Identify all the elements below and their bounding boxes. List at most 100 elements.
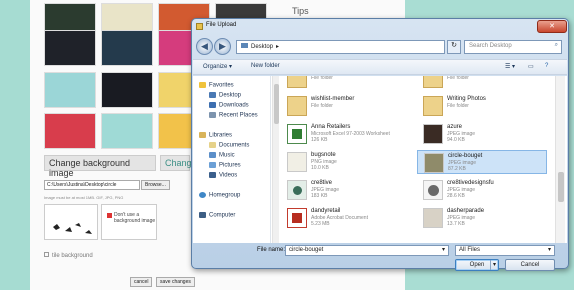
dialog-toolbar: Organize ▾ New folder ☰ ▾ ▭ ? bbox=[193, 59, 567, 75]
computer-icon bbox=[199, 212, 206, 218]
chevron-down-icon[interactable]: ▾ bbox=[442, 246, 445, 253]
radio-icon[interactable] bbox=[107, 213, 112, 218]
folder-icon bbox=[287, 76, 307, 88]
save-changes-button[interactable]: save changes bbox=[156, 277, 195, 287]
chevron-down-icon[interactable]: ▾ bbox=[489, 260, 496, 270]
dont-use-label: Don't use a background image bbox=[114, 212, 156, 224]
filename-input[interactable]: circle-bouget ▾ bbox=[285, 245, 449, 256]
navigation-scrollbar[interactable] bbox=[272, 76, 279, 243]
dialog-footer: File name: circle-bouget ▾ All Files ▾ O… bbox=[193, 243, 567, 271]
nav-favorites[interactable]: Favorites bbox=[199, 82, 234, 89]
address-text: Desktop bbox=[251, 44, 274, 50]
file-type-select[interactable]: All Files ▾ bbox=[455, 245, 555, 256]
cancel-changes-button[interactable]: cancel bbox=[130, 277, 153, 287]
music-icon bbox=[209, 152, 216, 158]
file-item[interactable]: wishlist-member File folder bbox=[281, 94, 411, 118]
change-background-button-2[interactable]: Chang bbox=[160, 155, 192, 171]
file-list: File folder wishlist-member File folder … bbox=[281, 76, 553, 243]
refresh-icon[interactable]: ↻ bbox=[447, 40, 461, 54]
file-item[interactable]: dasherparade JPEG image 13.7 KB bbox=[417, 206, 547, 230]
nav-desktop[interactable]: Desktop bbox=[209, 92, 241, 99]
dont-use-option[interactable]: Don't use a background image bbox=[101, 204, 157, 240]
bg-thumb-11[interactable] bbox=[44, 113, 96, 149]
cancel-button[interactable]: Cancel bbox=[505, 259, 555, 271]
folder-icon bbox=[423, 76, 443, 88]
browse-button[interactable]: Browse... bbox=[141, 180, 170, 190]
help-icon[interactable]: ? bbox=[545, 63, 548, 69]
file-item[interactable]: cre8tivedesignsfu JPEG image 28.6 KB bbox=[417, 178, 547, 202]
file-item[interactable]: Writing Photos File folder bbox=[417, 94, 547, 118]
file-item[interactable]: dandyretail Adobe Acrobat Document 5.23 … bbox=[281, 206, 411, 230]
desktop-icon bbox=[209, 92, 216, 98]
nav-computer[interactable]: Computer bbox=[199, 212, 235, 219]
recent-icon bbox=[209, 112, 216, 118]
dialog-body: Favorites Desktop Downloads Recent Place… bbox=[193, 76, 567, 243]
folder-icon bbox=[423, 96, 443, 116]
forward-icon[interactable]: ▶ bbox=[214, 38, 231, 55]
chevron-down-icon[interactable]: ▾ bbox=[548, 246, 551, 253]
bg-thumb-6[interactable] bbox=[101, 30, 153, 66]
file-item-selected[interactable]: circle-bouget JPEG image 87.2 KB bbox=[417, 150, 547, 174]
document-icon bbox=[209, 142, 216, 148]
new-folder-button[interactable]: New folder bbox=[251, 63, 280, 69]
navigation-pane: Favorites Desktop Downloads Recent Place… bbox=[193, 76, 271, 243]
file-item[interactable]: Anna Retailers Microsoft Excel 97-2003 W… bbox=[281, 122, 411, 146]
excel-icon bbox=[287, 124, 307, 144]
left-margin bbox=[0, 0, 30, 290]
nav-videos[interactable]: Videos bbox=[209, 172, 237, 179]
filename-label: File name: bbox=[257, 247, 286, 253]
background-path-input[interactable]: C:\Users\Justina\Desktop\circle bbox=[44, 180, 140, 190]
nav-libraries[interactable]: Libraries bbox=[199, 132, 232, 139]
tile-background-label: tile background bbox=[52, 253, 93, 259]
file-item[interactable]: cre8tive JPEG image 183 KB bbox=[281, 178, 411, 202]
nav-pictures[interactable]: Pictures bbox=[209, 162, 241, 169]
image-thumbnail-icon bbox=[287, 180, 307, 200]
videos-icon bbox=[209, 172, 216, 178]
selected-background-preview bbox=[44, 204, 98, 240]
nav-recent-places[interactable]: Recent Places bbox=[209, 112, 258, 119]
nav-homegroup[interactable]: Homegroup bbox=[199, 192, 240, 199]
bg-thumb-12[interactable] bbox=[101, 113, 153, 149]
nav-music[interactable]: Music bbox=[209, 152, 235, 159]
star-icon bbox=[199, 82, 206, 88]
dialog-title: File Upload bbox=[206, 22, 237, 28]
navigation-row: ◀ ▶ Desktop ▸ ↻ Search Desktop ⌕ bbox=[196, 37, 564, 57]
file-list-scrollbar[interactable] bbox=[555, 76, 565, 243]
search-icon[interactable]: ⌕ bbox=[555, 42, 558, 49]
downloads-icon bbox=[209, 102, 216, 108]
file-item[interactable]: File folder bbox=[417, 76, 547, 90]
open-button[interactable]: Open ▾ bbox=[455, 259, 499, 271]
change-background-button[interactable]: Change background image bbox=[44, 155, 156, 178]
tips-label: Tips bbox=[292, 6, 309, 16]
file-item[interactable]: bugsnote PNG image 10.0 KB bbox=[281, 150, 411, 174]
library-icon bbox=[199, 132, 206, 138]
chevron-right-icon[interactable]: ▸ bbox=[276, 44, 279, 50]
file-item[interactable]: File folder bbox=[281, 76, 411, 90]
preview-pane-icon[interactable]: ▭ bbox=[528, 63, 534, 70]
file-item[interactable]: azure JPEG image 94.0 KB bbox=[417, 122, 547, 146]
image-thumbnail-icon bbox=[423, 208, 443, 228]
bg-thumb-9[interactable] bbox=[101, 72, 153, 108]
folder-icon bbox=[287, 96, 307, 116]
organize-menu[interactable]: Organize ▾ bbox=[203, 63, 232, 70]
back-icon[interactable]: ◀ bbox=[196, 38, 213, 55]
view-options-icon[interactable]: ☰ ▾ bbox=[505, 63, 515, 70]
checkbox-icon[interactable] bbox=[44, 252, 49, 257]
search-input[interactable]: Search Desktop ⌕ bbox=[464, 40, 562, 54]
bg-thumb-5[interactable] bbox=[44, 30, 96, 66]
address-bar[interactable]: Desktop ▸ bbox=[236, 40, 445, 54]
nav-documents[interactable]: Documents bbox=[209, 142, 249, 149]
search-placeholder: Search Desktop bbox=[469, 43, 512, 49]
pictures-icon bbox=[209, 162, 216, 168]
file-upload-dialog: File Upload ✕ ◀ ▶ Desktop ▸ ↻ Search Desk… bbox=[191, 18, 569, 271]
dialog-titlebar[interactable]: File Upload ✕ bbox=[192, 19, 568, 35]
folder-icon bbox=[196, 23, 203, 30]
nav-downloads[interactable]: Downloads bbox=[209, 102, 249, 109]
image-thumbnail-icon bbox=[424, 153, 444, 173]
pdf-icon bbox=[287, 208, 307, 228]
tile-background-option[interactable]: tile background bbox=[44, 252, 93, 259]
birds-preview-image bbox=[53, 223, 92, 234]
close-icon[interactable]: ✕ bbox=[537, 20, 567, 33]
bg-thumb-8[interactable] bbox=[44, 72, 96, 108]
upload-hint: Image must be at most 1MB. GIF, JPG, PNG bbox=[44, 195, 124, 200]
